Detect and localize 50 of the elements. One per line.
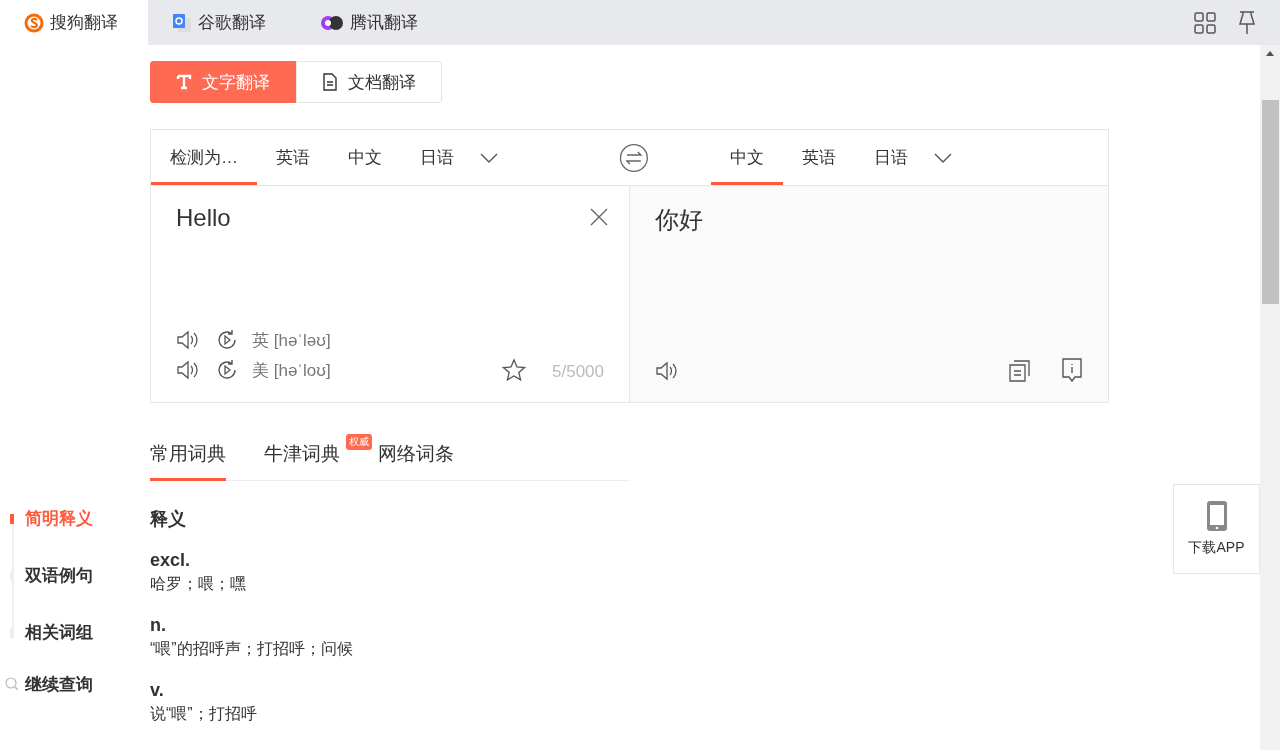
browser-tab[interactable]: 谷歌翻译 (198, 11, 266, 34)
grid-icon[interactable] (1194, 11, 1216, 34)
dictionary-tab[interactable]: 常用词典 (150, 435, 226, 481)
replay-icon[interactable] (215, 328, 239, 352)
scrollbar-thumb[interactable] (1261, 100, 1279, 304)
part-of-speech: v. (150, 680, 164, 701)
language-tab[interactable]: 日语 (401, 130, 473, 185)
phone-icon (1206, 501, 1227, 531)
star-icon[interactable] (502, 358, 526, 382)
side-nav-item[interactable]: 继续查询 (5, 673, 93, 730)
language-tab[interactable]: 日语 (854, 130, 927, 185)
close-icon[interactable] (590, 208, 608, 226)
speaker-icon[interactable] (176, 359, 201, 381)
section-heading: 释义 (150, 508, 187, 531)
logo-icon (172, 12, 192, 33)
scroll-up-arrow-icon[interactable] (1266, 51, 1274, 56)
download-app-button[interactable]: 下载APP (1173, 484, 1260, 574)
pin-icon[interactable] (1238, 10, 1256, 35)
character-count: 5/5000 (552, 362, 604, 382)
language-tab[interactable]: 中文 (329, 130, 401, 185)
language-tab[interactable]: 英语 (257, 130, 329, 185)
translation-text: 你好 (655, 205, 704, 235)
feedback-icon[interactable] (1061, 358, 1083, 382)
definition-text: 哈罗；喂；嘿 (150, 574, 246, 594)
chevron-down-icon[interactable] (932, 151, 953, 164)
replay-icon[interactable] (215, 358, 239, 382)
document-icon (322, 73, 338, 91)
side-nav-item[interactable]: 相关词组 (5, 621, 93, 673)
source-text-input[interactable]: Hello (176, 204, 604, 232)
part-of-speech: excl. (150, 550, 191, 571)
speaker-icon[interactable] (655, 360, 680, 382)
part-of-speech: n. (150, 615, 166, 636)
definition-text: 说“喂”；打招呼 (150, 704, 257, 724)
chevron-down-icon[interactable] (479, 151, 499, 164)
logo-icon (24, 12, 44, 33)
copy-icon[interactable] (1009, 360, 1031, 382)
definition-text: “喂”的招呼声；打招呼；问候 (150, 639, 353, 659)
side-nav-item[interactable]: 双语例句 (5, 564, 93, 621)
scrollbar[interactable] (1260, 45, 1280, 750)
language-tab[interactable]: 英语 (782, 130, 855, 185)
phonetic-text: 英 [həˈləʊ] (252, 329, 331, 352)
speaker-icon[interactable] (176, 329, 201, 351)
swap-icon[interactable] (618, 142, 649, 173)
search-icon (5, 677, 19, 691)
dictionary-tab[interactable]: 网络词条 (378, 435, 454, 481)
text-format-icon (176, 74, 192, 90)
badge: 权威 (346, 434, 372, 450)
mode-tab[interactable]: 文档翻译 (296, 61, 442, 103)
browser-tab[interactable]: 腾讯翻译 (350, 11, 418, 34)
phonetic-text: 美 [həˈloʊ] (252, 359, 331, 382)
